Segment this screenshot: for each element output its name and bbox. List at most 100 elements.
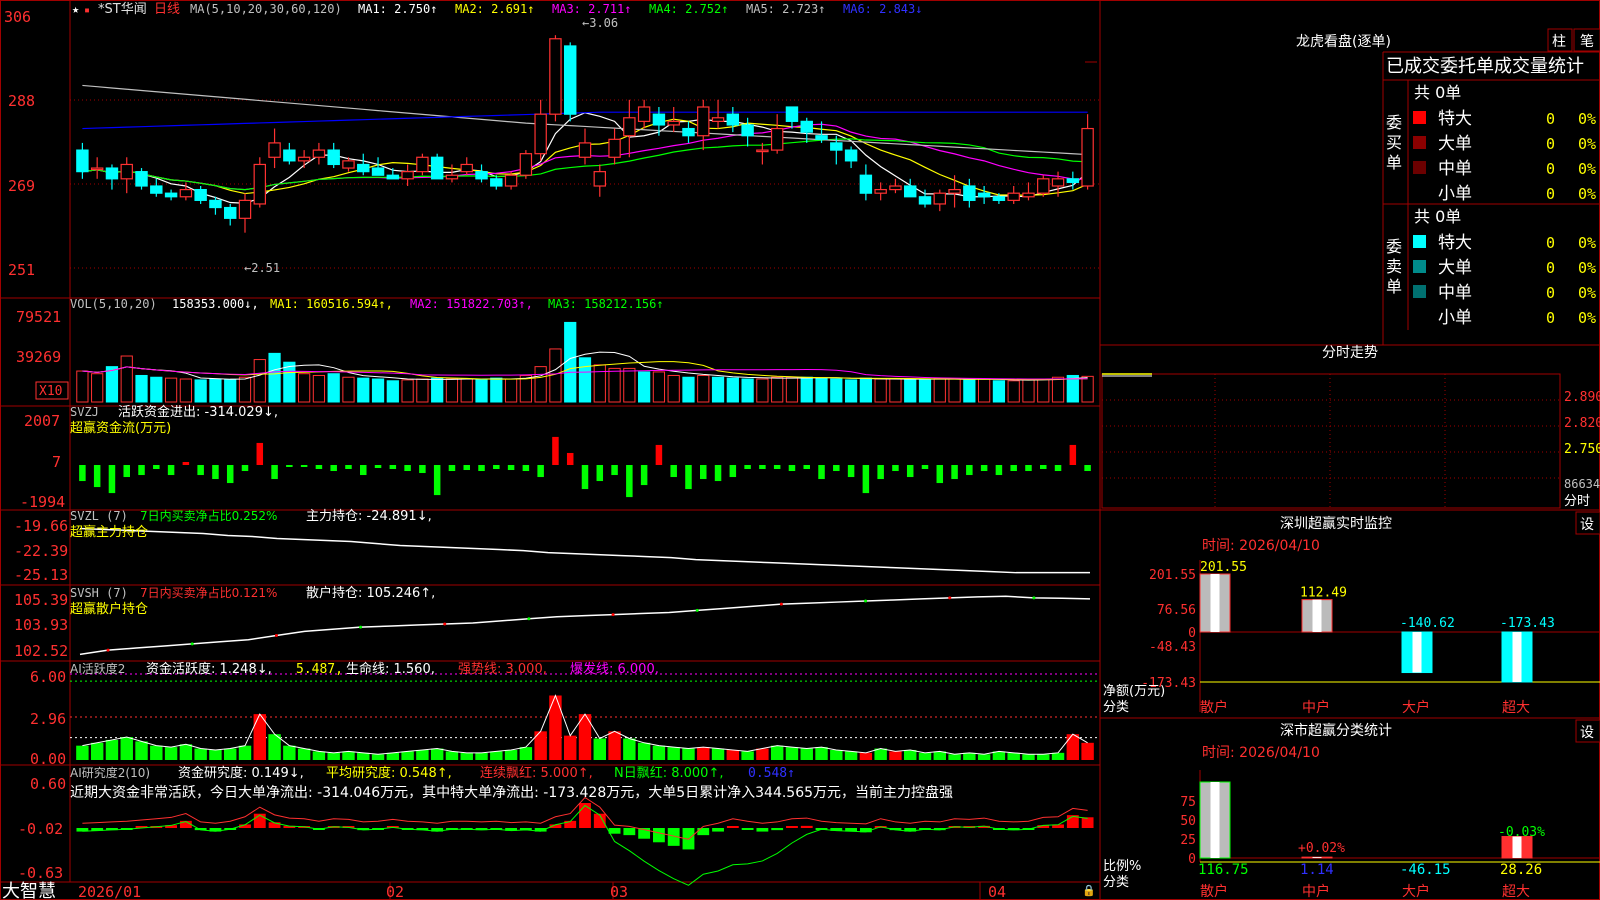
svzj-bar: [153, 465, 160, 470]
activity-bar: [179, 744, 193, 760]
svzj-bar: [862, 465, 870, 494]
research-bar: [726, 826, 739, 828]
monitor-bar-highlight: [1412, 632, 1422, 673]
candle-body: [903, 185, 917, 198]
lock-icon[interactable]: 🔒: [1082, 884, 1096, 897]
svzj-desc: 活跃资金进出: -314.029↓,: [118, 404, 278, 420]
volume-bar: [224, 379, 237, 403]
monitor-bar-highlight: [1512, 632, 1522, 682]
candle-body: [933, 192, 947, 205]
ai2-tick-1: 0.60: [30, 775, 66, 793]
svzj-bar: [1040, 465, 1047, 470]
candle-body: [416, 156, 429, 173]
activity-bar: [120, 737, 133, 760]
ai2-d: N日飘红: 8.000↑,: [614, 765, 723, 781]
candle-body: [1037, 178, 1050, 194]
volume-bar: [519, 374, 532, 403]
activity-bar: [1022, 754, 1035, 760]
high-annotation: ←3.06: [582, 16, 618, 30]
candle-body: [844, 149, 858, 162]
side-label-char: 卖: [1386, 257, 1402, 276]
ai2-e: 0.548↑: [748, 766, 795, 781]
svzj-bar: [167, 465, 175, 476]
volume-bar: [771, 376, 784, 403]
main-top-value: 306: [4, 8, 31, 26]
svzj-bar: [1084, 465, 1091, 472]
volume-bar: [91, 373, 104, 403]
candle-body: [120, 163, 133, 180]
activity-bar: [1007, 752, 1020, 760]
volume-bar: [194, 379, 207, 403]
activity-bar: [401, 751, 414, 760]
svzj-bar: [611, 465, 618, 476]
stat-ytick: 50: [1180, 814, 1196, 829]
candle-body: [815, 135, 828, 140]
candle-body: [224, 206, 237, 219]
volume-bar: [504, 378, 518, 403]
candle-body: [963, 185, 976, 201]
sell-row-swatch: [1413, 285, 1426, 298]
volume-bar: [342, 376, 355, 403]
ai2-tick-3: -0.63: [18, 864, 63, 882]
candle-body: [135, 171, 148, 187]
buy-count: 共 0单: [1414, 83, 1461, 102]
activity-bar: [904, 749, 917, 760]
flag-icon[interactable]: ▪: [84, 5, 90, 16]
volume-bar: [238, 376, 252, 403]
volume-bar: [534, 366, 547, 403]
candle-body: [342, 160, 355, 169]
activity-bar: [963, 752, 976, 760]
research-bar: [712, 828, 724, 832]
buy-row-value: 0: [1546, 185, 1555, 203]
monitor-value-label: -140.62: [1400, 616, 1455, 631]
candle-body: [253, 163, 267, 205]
volume-bar: [1037, 378, 1050, 403]
volume-bar: [1081, 375, 1094, 403]
activity-bar: [490, 751, 503, 760]
candle-body: [667, 120, 680, 126]
svzj-bar: [182, 461, 190, 465]
activity-bar: [977, 754, 991, 760]
stat-title: 深市超赢分类统计: [1280, 722, 1392, 739]
svzj-bar: [936, 465, 944, 484]
vol-value: 158353.000↓,: [172, 297, 259, 311]
svzj-bar: [493, 465, 500, 470]
svzj-bar: [670, 465, 677, 478]
svzj-bar: [404, 465, 411, 472]
svzj-tick-2: 7: [52, 453, 61, 471]
svzj-bar: [300, 465, 308, 468]
svzj-bar: [581, 465, 589, 490]
activity-bar: [1066, 734, 1080, 760]
activity-bar: [283, 745, 296, 760]
research-bar: [1081, 817, 1094, 828]
vol-title: VOL(5,10,20): [70, 297, 157, 311]
svzj-bar: [1025, 465, 1032, 472]
buy-row-pct: 0%: [1578, 185, 1596, 203]
stock-name[interactable]: *ST华闻: [98, 2, 147, 17]
volume-bar: [697, 374, 710, 403]
bar-mode-label: 柱: [1552, 34, 1566, 50]
sell-row-pct: 0%: [1578, 309, 1596, 327]
sell-row-name: 小单: [1438, 308, 1472, 328]
period-label[interactable]: 日线: [154, 2, 180, 17]
svzl-desc: 7日内买卖净占比0.252%: [140, 508, 277, 523]
volume-bar: [386, 380, 399, 403]
svzl-line: [79, 527, 1090, 574]
svzj-bar: [892, 465, 899, 472]
star-icon[interactable]: ★: [72, 2, 79, 16]
volume-bar: [150, 376, 163, 403]
svsh-title: SVSH (7): [70, 586, 128, 600]
buy-row-swatch: [1413, 161, 1426, 174]
svzl-sub: 超赢主力持仓: [70, 524, 148, 540]
svzj-bar: [419, 465, 426, 474]
stat-bar-highlight: [1312, 857, 1322, 858]
activity-bar: [948, 754, 961, 760]
candle-body: [1007, 192, 1020, 201]
volume-bar: [164, 377, 178, 403]
side-label-char: 委: [1386, 113, 1402, 132]
activity-bar: [194, 748, 207, 760]
activity-bar: [667, 747, 680, 760]
svzj-bar: [433, 465, 441, 496]
candle-body: [1051, 178, 1065, 187]
buy-row-name: 中单: [1438, 159, 1472, 179]
